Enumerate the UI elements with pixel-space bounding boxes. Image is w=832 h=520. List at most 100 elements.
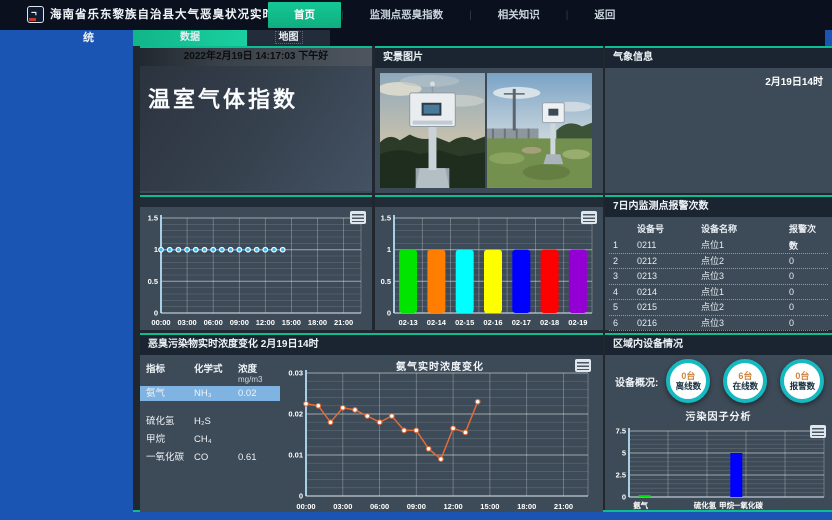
device-name: 点位3: [701, 269, 789, 284]
svg-text:18:00: 18:00: [308, 318, 327, 327]
panel-alarm-counts: 7日内监测点报警次数 设备号 设备名称 报警次数 10211点位1020212点…: [605, 195, 832, 330]
chart-menu-icon[interactable]: [810, 425, 826, 438]
alarm-count: 0: [789, 269, 824, 284]
svg-text:15:00: 15:00: [282, 318, 301, 327]
svg-text:1: 1: [387, 245, 391, 254]
pollutant-value: [238, 432, 282, 447]
svg-text:02-15: 02-15: [455, 318, 474, 327]
svg-text:02-14: 02-14: [427, 318, 447, 327]
panel-header: [375, 197, 603, 207]
pollutant-table-rows: 氨气NH₃0.02 硫化氢H₂S 甲烷CH₄ 一氧化碳CO0.61: [140, 386, 280, 465]
bottom-frame: [0, 512, 832, 520]
svg-text:一氧化碳: 一氧化碳: [733, 500, 763, 510]
nav-item-home[interactable]: 首页: [268, 2, 341, 28]
nav-item-knowledge[interactable]: 相关知识: [472, 2, 566, 28]
svg-text:0.5: 0.5: [381, 277, 391, 286]
svg-text:0: 0: [299, 492, 303, 501]
pollutant-row[interactable]: 氨气NH₃0.02: [140, 386, 280, 401]
svg-text:15:00: 15:00: [480, 502, 499, 511]
frame-edge: [825, 30, 832, 46]
device-name: 点位1: [701, 285, 789, 300]
svg-text:0: 0: [387, 309, 391, 318]
pollution-factor-title: 污染因子分析: [605, 408, 832, 423]
device-name: 点位3: [701, 316, 789, 331]
nav-item-odor-index[interactable]: 监测点恶臭指数: [344, 2, 470, 28]
left-sidebar: [0, 46, 133, 512]
site-photo-1: [380, 73, 485, 188]
panel-greenhouse-index: 2022年2月19日 14:17:03 下午好 温室气体指数: [140, 46, 372, 193]
row-index: 2: [613, 254, 637, 269]
pollutant-row[interactable]: 一氧化碳CO0.61: [140, 450, 280, 465]
device-name: 点位2: [701, 254, 789, 269]
svg-text:02-18: 02-18: [540, 318, 559, 327]
chart-menu-icon[interactable]: [575, 359, 591, 372]
alarm-count: 0: [789, 238, 824, 253]
tab-data[interactable]: 数据: [133, 30, 247, 46]
svg-text:02-16: 02-16: [483, 318, 502, 327]
svg-text:5: 5: [622, 449, 626, 458]
device-count: 0台: [795, 371, 809, 381]
device-overview: 设备概况: 0台离线数6台在线数0台报警数: [605, 356, 832, 406]
svg-text:1.5: 1.5: [381, 214, 391, 223]
device-count: 0台: [681, 371, 695, 381]
pollutant-value: 0.61: [238, 450, 282, 465]
tab-map[interactable]: 地图: [247, 30, 330, 46]
svg-text:02-17: 02-17: [512, 318, 531, 327]
chart-menu-icon[interactable]: [350, 211, 366, 224]
pollutant-name: 一氧化碳: [146, 450, 194, 465]
site-photo-2: [487, 73, 592, 188]
pollutant-row[interactable]: 硫化氢H₂S: [140, 414, 280, 429]
device-id: 0211: [637, 238, 701, 253]
svg-text:21:00: 21:00: [334, 318, 353, 327]
tab-bar: 统 数据 地图: [0, 30, 832, 46]
greenhouse-trend-chart: 00.511.500:0003:0006:0009:0012:0015:0018…: [141, 208, 369, 328]
app-title-wrap: 统: [0, 30, 133, 46]
pollutant-name: 硫化氢: [146, 414, 194, 429]
weather-timestamp: 2月19日14时: [605, 68, 832, 93]
row-index: 5: [613, 300, 637, 315]
device-stat-circle: 6台在线数: [723, 359, 767, 403]
svg-text:0: 0: [154, 309, 158, 318]
device-stat-circle: 0台离线数: [666, 359, 710, 403]
pollutant-row[interactable]: 甲烷CH₄: [140, 432, 280, 447]
panel-region-devices: 区域内设备情况 设备概况: 0台离线数6台在线数0台报警数 污染因子分析 02.…: [605, 333, 832, 512]
alarm-table-row: 50215点位20: [609, 300, 828, 316]
svg-text:0.02: 0.02: [288, 410, 303, 419]
pollutant-name: 氨气: [146, 386, 194, 401]
svg-text:02-19: 02-19: [568, 318, 587, 327]
svg-text:氨气: 氨气: [633, 500, 648, 510]
svg-text:2.5: 2.5: [616, 471, 626, 480]
svg-text:00:00: 00:00: [151, 318, 170, 327]
main-nav: 首页 | 监测点恶臭指数 | 相关知识 | 返回: [268, 0, 641, 30]
device-name: 点位2: [701, 300, 789, 315]
datetime-bar: 2022年2月19日 14:17:03 下午好: [140, 48, 372, 66]
device-stat-label: 离线数: [676, 381, 702, 391]
device-id: 0214: [637, 285, 701, 300]
row-index: 1: [613, 238, 637, 253]
greenhouse-index-title: 温室气体指数: [140, 66, 372, 114]
device-count: 6台: [738, 371, 752, 381]
svg-text:21:00: 21:00: [554, 502, 573, 511]
panel-site-photos: 实景图片: [375, 46, 603, 193]
daily-index-chart: 00.511.502-1302-1402-1502-1602-1702-1802…: [376, 208, 600, 328]
pollution-factor-chart: 02.557.5氨气硫化氢甲烷一氧化碳: [609, 423, 828, 511]
panel-title: 气象信息: [605, 48, 832, 68]
svg-text:03:00: 03:00: [333, 502, 352, 511]
panel-daily-index-chart: 00.511.502-1302-1402-1502-1602-1702-1802…: [375, 195, 603, 330]
alarm-table-row: 10211点位10: [609, 238, 828, 254]
panel-pollutant-realtime: 恶臭污染物实时浓度变化 2月19日14时 指标 化学式 浓度mg/m3 氨气NH…: [140, 333, 603, 512]
panel-title: 区域内设备情况: [605, 335, 832, 355]
panel-title: 实景图片: [375, 48, 603, 68]
pollutant-value: 0.02: [238, 386, 282, 401]
pollutant-name: 甲烷: [146, 432, 194, 447]
nav-item-back[interactable]: 返回: [568, 2, 641, 28]
pollutant-formula: CH₄: [194, 432, 238, 447]
alarm-count: 0: [789, 285, 824, 300]
chart-menu-icon[interactable]: [581, 211, 597, 224]
panel-title: 7日内监测点报警次数: [605, 197, 832, 217]
alarm-count: 0: [789, 300, 824, 315]
svg-text:12:00: 12:00: [444, 502, 463, 511]
panel-header: [140, 197, 372, 207]
svg-text:06:00: 06:00: [370, 502, 389, 511]
top-navbar: ¬ 海南省乐东黎族自治县大气恶臭状况实时发布系 首页 | 监测点恶臭指数 | 相…: [0, 0, 832, 30]
